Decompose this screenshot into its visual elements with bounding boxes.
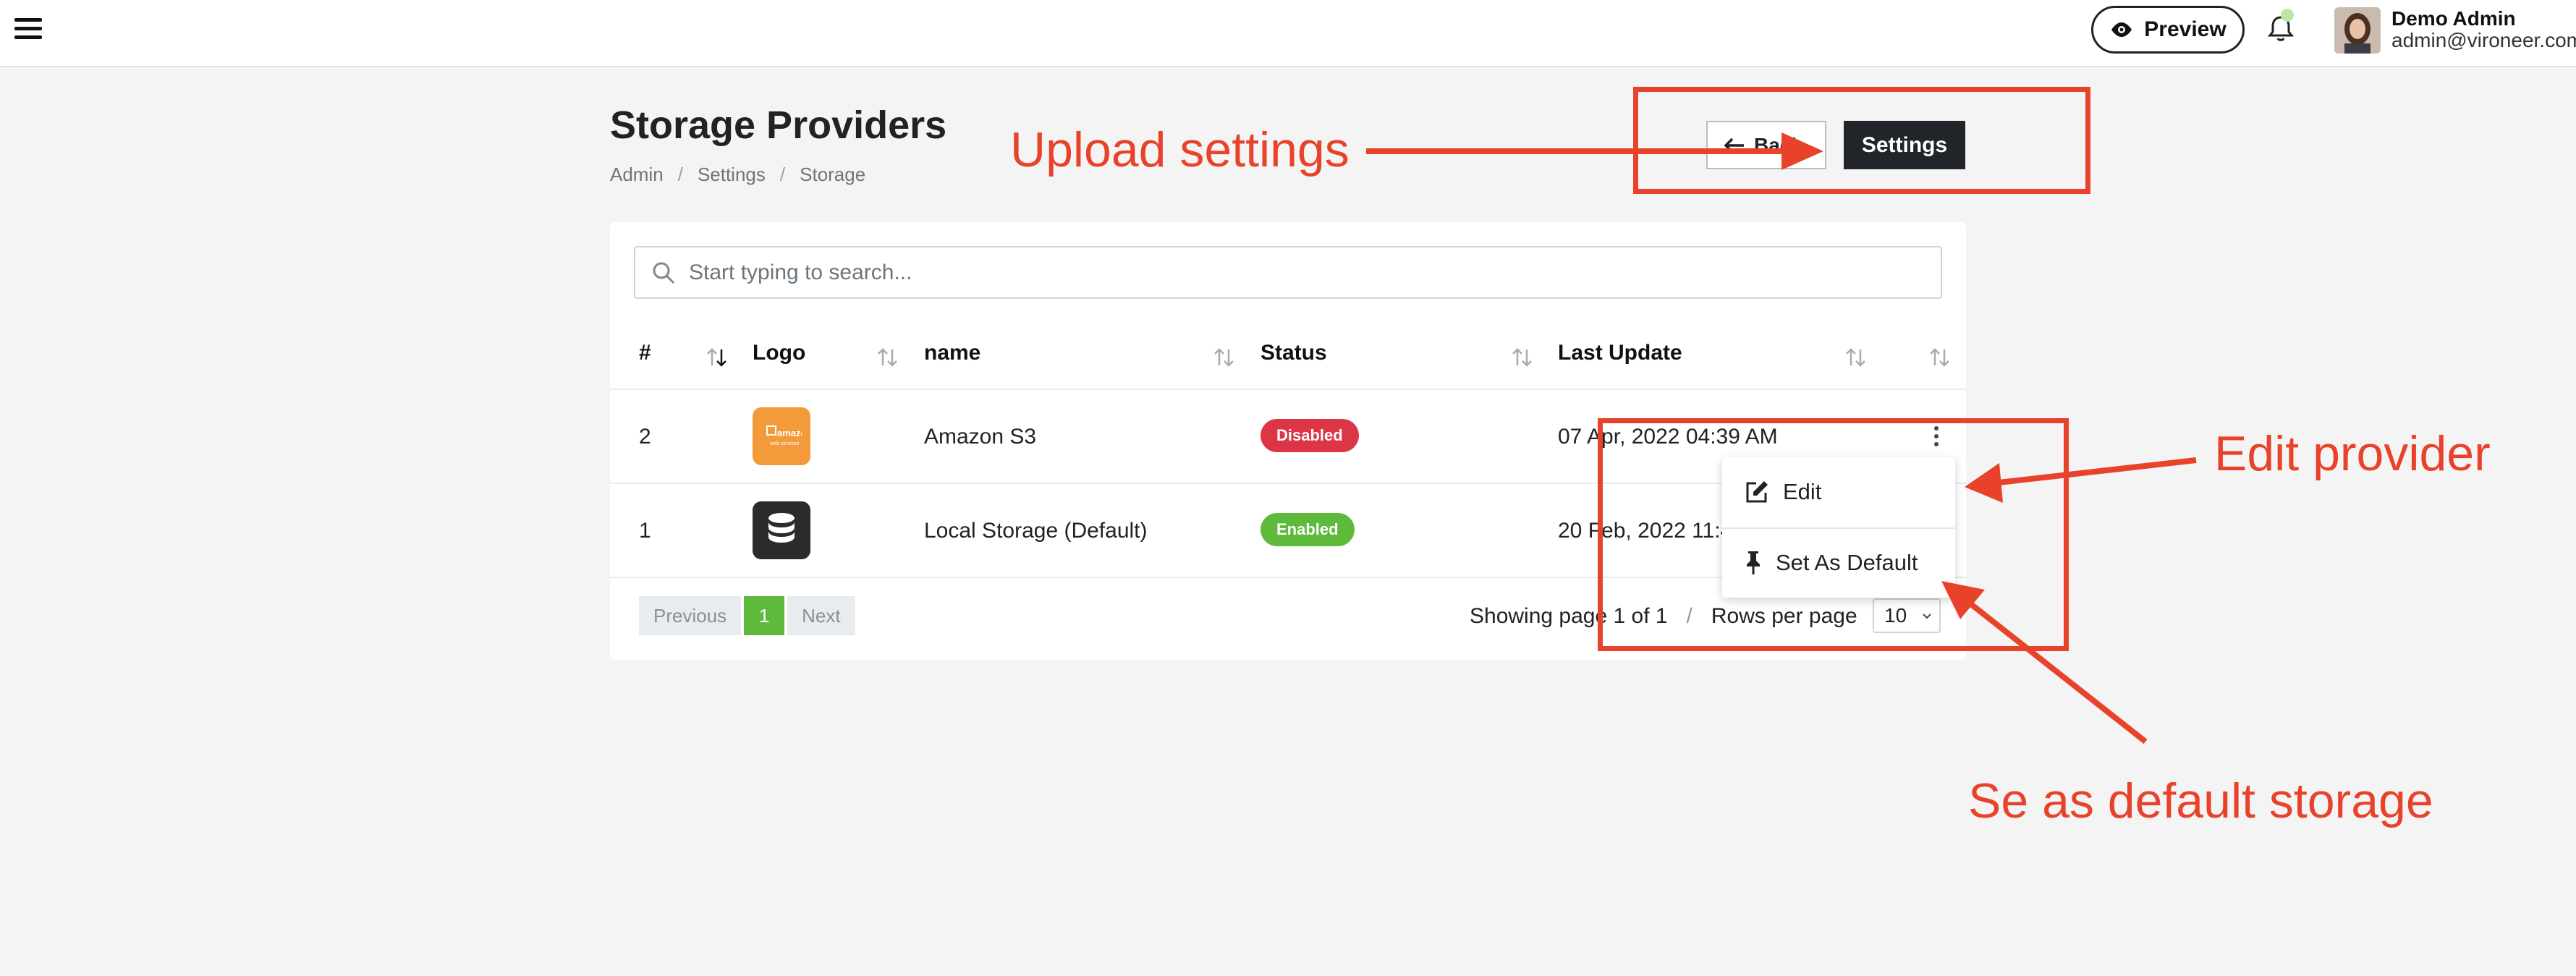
breadcrumb-settings[interactable]: Settings xyxy=(698,164,766,186)
breadcrumb-storage: Storage xyxy=(800,164,866,185)
svg-text:amazon: amazon xyxy=(777,428,802,438)
search-icon xyxy=(653,262,675,284)
annotation-edit-provider: Edit provider xyxy=(2214,426,2491,481)
pagination: Previous 1 Next xyxy=(639,596,855,635)
search-input[interactable] xyxy=(689,260,1919,285)
page-title: Storage Providers xyxy=(610,103,947,147)
row-name: Local Storage (Default) xyxy=(924,519,1148,543)
page-1-button[interactable]: 1 xyxy=(744,596,785,635)
previous-page-button[interactable]: Previous xyxy=(639,596,742,635)
user-name[interactable]: Demo Admin xyxy=(2391,7,2516,30)
sort-icon[interactable] xyxy=(1928,347,1952,368)
column-header-logo[interactable]: Logo xyxy=(753,341,805,365)
row-id: 2 xyxy=(639,425,651,449)
notification-dot xyxy=(2281,9,2294,22)
preview-label: Preview xyxy=(2144,17,2227,41)
annotation-set-default: Se as default storage xyxy=(1968,773,2433,828)
column-header-last-update[interactable]: Last Update xyxy=(1558,341,1682,365)
top-bar: Preview Demo Admin admin@vironeer.com xyxy=(0,0,2576,67)
database-icon xyxy=(753,501,810,559)
status-badge: Enabled xyxy=(1261,513,1355,546)
eye-icon xyxy=(2111,22,2132,37)
column-header-id[interactable]: # xyxy=(639,341,651,365)
row-id: 1 xyxy=(639,519,651,543)
sort-icon[interactable] xyxy=(1213,347,1236,368)
breadcrumb-admin[interactable]: Admin xyxy=(610,164,664,186)
breadcrumb: Admin / Settings / Storage xyxy=(610,164,866,186)
sort-icon[interactable] xyxy=(876,347,899,368)
sort-icon[interactable] xyxy=(706,347,729,368)
column-header-status[interactable]: Status xyxy=(1261,341,1327,365)
row-name: Amazon S3 xyxy=(924,425,1037,449)
next-page-button[interactable]: Next xyxy=(787,596,855,635)
amazon-s3-logo: amazon web services xyxy=(753,407,810,465)
avatar[interactable] xyxy=(2334,7,2381,54)
status-badge: Disabled xyxy=(1261,419,1359,452)
sort-icon[interactable] xyxy=(1844,347,1868,368)
annotation-upload-settings: Upload settings xyxy=(1010,122,1350,177)
annotation-box-menu xyxy=(1598,418,2069,651)
sort-icon[interactable] xyxy=(1511,347,1534,368)
column-header-name[interactable]: name xyxy=(924,341,980,365)
preview-button[interactable]: Preview xyxy=(2091,6,2245,54)
svg-text:web services: web services xyxy=(769,441,800,446)
annotation-box-settings xyxy=(1633,87,2090,194)
user-email: admin@vironeer.com xyxy=(2391,29,2576,51)
menu-icon[interactable] xyxy=(14,17,42,41)
table-header: # Logo name Status Last Update xyxy=(610,319,1966,390)
search-field[interactable] xyxy=(634,246,1942,299)
